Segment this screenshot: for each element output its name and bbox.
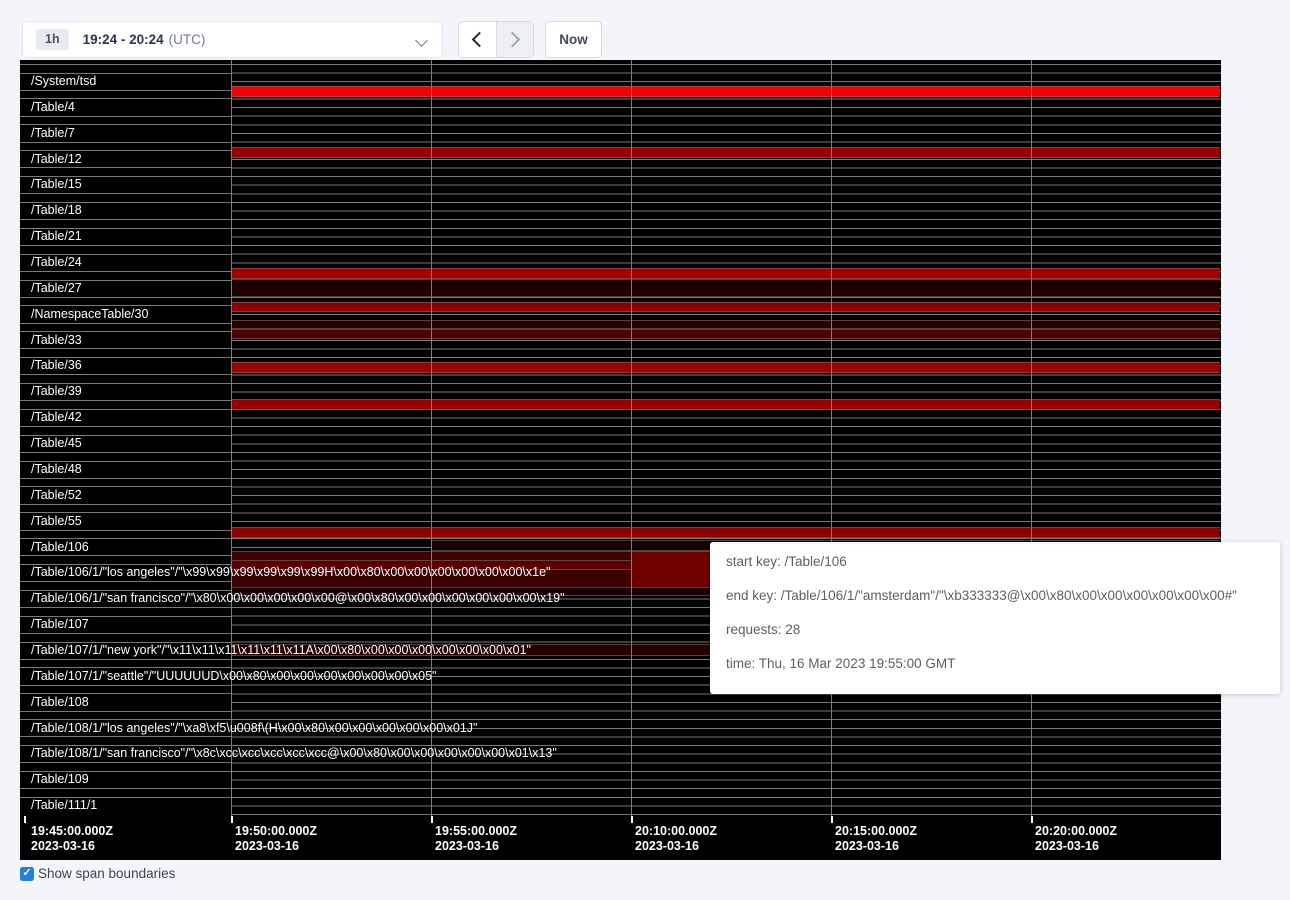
row-label: /Table/18 [31, 204, 82, 217]
time-range-zone: (UTC) [169, 32, 206, 47]
chevron-right-icon [505, 32, 521, 48]
tooltip-time: time: Thu, 16 Mar 2023 19:55:00 GMT [726, 647, 1264, 681]
row-label: /Table/12 [31, 153, 82, 166]
span-tooltip: start key: /Table/106 end key: /Table/10… [710, 542, 1280, 694]
time-nav-group [458, 21, 534, 58]
heat-band [231, 268, 1220, 279]
time-range-selector[interactable]: 1h 19:24 - 20:24 (UTC) [22, 21, 443, 58]
row-label: /NamespaceTable/30 [31, 308, 148, 321]
row-label: /Table/33 [31, 334, 82, 347]
row-label: /Table/107/1/"seattle"/"UUUUUUD\x00\x80\… [31, 670, 436, 683]
heat-band [231, 362, 1220, 373]
row-label: /Table/107 [31, 618, 89, 631]
row-label: /Table/106/1/"san francisco"/"\x80\x00\x… [31, 592, 565, 605]
row-label: /Table/52 [31, 489, 82, 502]
time-gridline [831, 60, 832, 816]
time-gridline [631, 60, 632, 816]
heat-band [231, 279, 1220, 297]
row-label: /Table/55 [31, 515, 82, 528]
row-label: /Table/15 [31, 178, 82, 191]
row-label: /Table/108/1/"los angeles"/"\xa8\xf5\u00… [31, 722, 478, 735]
time-gridline [1031, 60, 1032, 816]
show-span-boundaries-checkbox[interactable]: ✓ [20, 867, 34, 881]
axis-tick [631, 816, 633, 823]
row-label: /Table/108/1/"san francisco"/"\x8c\xcc\x… [31, 747, 557, 760]
now-button[interactable]: Now [545, 21, 602, 58]
row-label: /Table/42 [31, 411, 82, 424]
row-label: /Table/27 [31, 282, 82, 295]
row-label: /Table/111/1 [31, 799, 97, 812]
row-label: /Table/106 [31, 541, 89, 554]
row-label: /System/tsd [31, 75, 96, 88]
time-range-text: 19:24 - 20:24 [83, 32, 164, 47]
footer: ✓ Show span boundaries [20, 866, 175, 881]
heat-band [231, 527, 1220, 538]
row-label: /Table/107/1/"new york"/"\x11\x11\x11\x1… [31, 644, 531, 657]
row-label: /Table/48 [31, 463, 82, 476]
row-label: /Table/7 [31, 127, 75, 140]
show-span-boundaries-label: Show span boundaries [38, 866, 175, 881]
next-time-button[interactable] [497, 22, 534, 57]
axis-tick-label: 19:55:00.000Z2023-03-16 [435, 824, 517, 854]
heat-band [231, 320, 1220, 329]
prev-time-button[interactable] [459, 22, 497, 57]
axis-tick-label: 20:10:00.000Z2023-03-16 [635, 824, 717, 854]
row-label: /Table/39 [31, 385, 82, 398]
tooltip-requests: requests: 28 [726, 613, 1264, 647]
heat-band [231, 329, 1220, 339]
heat-band [231, 399, 1220, 410]
row-label: /Table/45 [31, 437, 82, 450]
axis-tick-label: 20:15:00.000Z2023-03-16 [835, 824, 917, 854]
toolbar: 1h 19:24 - 20:24 (UTC) Now [0, 0, 1290, 60]
tooltip-start-key: start key: /Table/106 [726, 545, 1264, 579]
axis-tick-label: 20:20:00.000Z2023-03-16 [1035, 824, 1117, 854]
chevron-left-icon [471, 32, 487, 48]
axis-tick [431, 816, 433, 823]
axis-tick [231, 816, 233, 823]
row-label: /Table/4 [31, 101, 75, 114]
tooltip-end-key: end key: /Table/106/1/"amsterdam"/"\xb33… [726, 579, 1264, 613]
heat-band [231, 86, 1220, 97]
row-label: /Table/109 [31, 773, 89, 786]
time-gridline [431, 60, 432, 816]
span-boundary-lines [231, 64, 1221, 815]
time-gridline [231, 60, 232, 816]
axis-tick-label: 19:45:00.000Z2023-03-16 [31, 824, 113, 854]
row-label: /Table/36 [31, 359, 82, 372]
axis-tick [831, 816, 833, 823]
axis-tick [1031, 816, 1033, 823]
row-label: /Table/24 [31, 256, 82, 269]
heat-band [231, 302, 1220, 312]
heat-band [231, 147, 1220, 158]
time-range-badge: 1h [36, 29, 69, 50]
axis-tick-label: 19:50:00.000Z2023-03-16 [235, 824, 317, 854]
row-label: /Table/108 [31, 696, 89, 709]
axis-tick [24, 816, 26, 823]
chevron-down-icon [415, 34, 428, 47]
heatmap[interactable]: /System/tsd/Table/4/Table/7/Table/12/Tab… [20, 60, 1221, 860]
row-label: /Table/21 [31, 230, 82, 243]
row-label: /Table/106/1/"los angeles"/"\x99\x99\x99… [31, 566, 550, 579]
